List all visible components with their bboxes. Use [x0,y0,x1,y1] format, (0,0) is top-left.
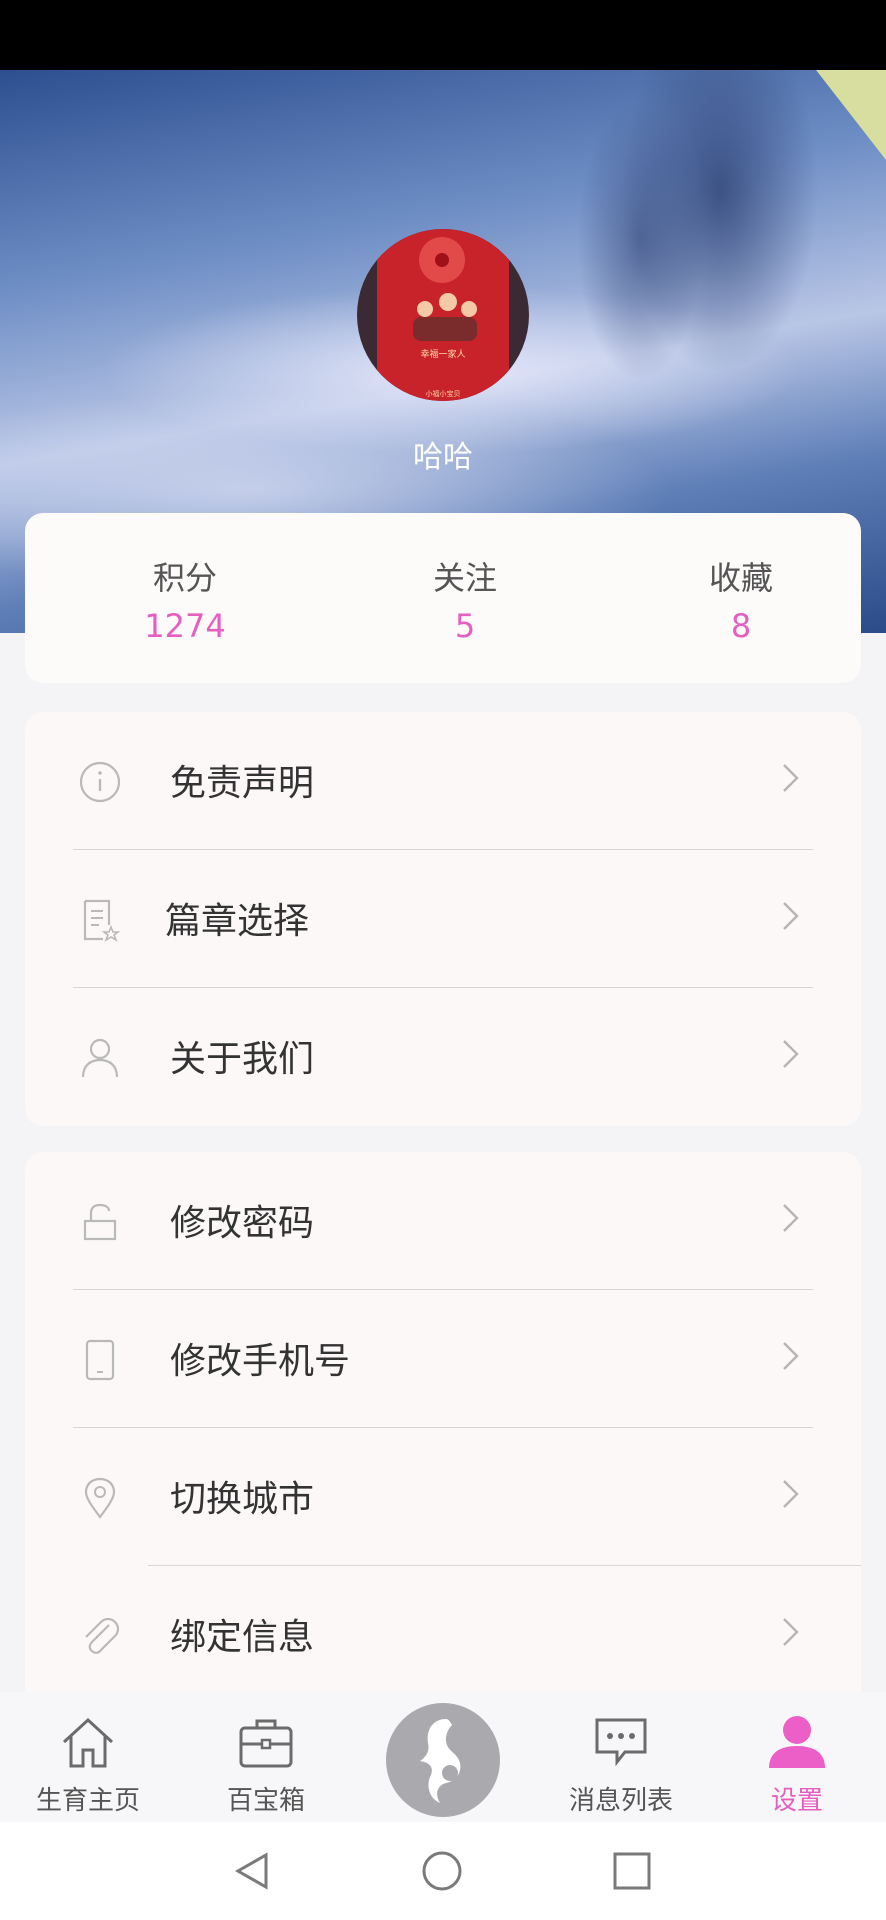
tab-label: 设置 [770,1786,823,1816]
tab-toolbox[interactable]: 百宝箱 [186,1692,346,1822]
menu-card-info: 免责声明 篇章选择 关于我们 [25,712,861,1126]
system-navigation-bar [0,1822,886,1920]
person-icon [81,1038,119,1078]
stat-label: 收藏 [708,559,773,597]
center-mother-baby-button[interactable] [386,1703,500,1817]
username: 哈哈 [413,440,473,475]
menu-item-chapter-select[interactable]: 篇章选择 [25,850,861,988]
home-icon [62,1717,114,1768]
menu-item-switch-city[interactable]: 切换城市 [25,1428,861,1566]
menu-item-label: 修改手机号 [170,1341,351,1382]
lock-icon [83,1203,117,1241]
chevron-right-icon [783,764,799,792]
menu-item-about-us[interactable]: 关于我们 [25,988,861,1126]
stat-favorites[interactable]: 收藏 8 [641,553,841,645]
status-bar [0,0,886,70]
avatar-envelope-text: 幸福一家人 [420,350,466,360]
briefcase-icon [239,1719,293,1768]
tab-home[interactable]: 生育主页 [8,1692,168,1822]
stat-value: 8 [730,607,752,645]
chat-bubble-icon [595,1718,647,1767]
avatar-red-envelope: 幸福一家人 小福小宝贝 [377,229,509,401]
user-icon [769,1716,825,1768]
menu-item-label: 切换城市 [170,1479,315,1520]
home-circle-icon[interactable] [420,1849,464,1893]
chevron-right-icon [783,902,799,930]
info-icon [79,761,121,803]
location-pin-icon [84,1477,116,1519]
document-star-icon [83,899,121,942]
menu-item-label: 关于我们 [170,1039,315,1080]
avatar[interactable]: 幸福一家人 小福小宝贝 [357,229,529,401]
back-icon[interactable] [230,1849,274,1893]
menu-item-disclaimer[interactable]: 免责声明 [25,712,861,850]
menu-item-change-password[interactable]: 修改密码 [25,1152,861,1290]
tab-label: 百宝箱 [226,1786,305,1816]
stat-label: 积分 [152,559,217,597]
flower-icon [419,237,465,283]
tab-label: 生育主页 [35,1786,140,1816]
avatar-bottom-text: 小福小宝贝 [425,390,461,398]
stats-card: 积分 1274 关注 5 收藏 8 [25,513,861,683]
menu-item-label: 免责声明 [170,763,315,804]
chevron-right-icon [783,1204,799,1232]
stat-points[interactable]: 积分 1274 [85,553,285,645]
menu-item-label: 修改密码 [170,1203,315,1244]
recents-icon[interactable] [610,1849,654,1893]
tab-messages[interactable]: 消息列表 [541,1692,701,1822]
stat-label: 关注 [432,559,497,597]
menu-item-label: 绑定信息 [170,1617,315,1658]
menu-card-account: 修改密码 修改手机号 切换城市 绑定信息 [25,1152,861,1692]
menu-item-change-phone[interactable]: 修改手机号 [25,1290,861,1428]
background-decoration [816,70,886,160]
paperclip-icon [85,1617,120,1654]
menu-item-label: 篇章选择 [165,901,310,942]
menu-item-bind-info[interactable]: 绑定信息 [25,1566,861,1692]
tab-label: 消息列表 [568,1786,673,1816]
phone-icon [85,1339,115,1381]
mother-baby-icon [420,1719,461,1803]
tab-settings[interactable]: 设置 [717,1692,877,1822]
stat-value: 5 [454,607,476,645]
chevron-right-icon [783,1618,799,1646]
chevron-right-icon [783,1480,799,1508]
stat-following[interactable]: 关注 5 [365,553,565,645]
chevron-right-icon [783,1040,799,1068]
stat-value: 1274 [144,607,226,645]
chevron-right-icon [783,1342,799,1370]
